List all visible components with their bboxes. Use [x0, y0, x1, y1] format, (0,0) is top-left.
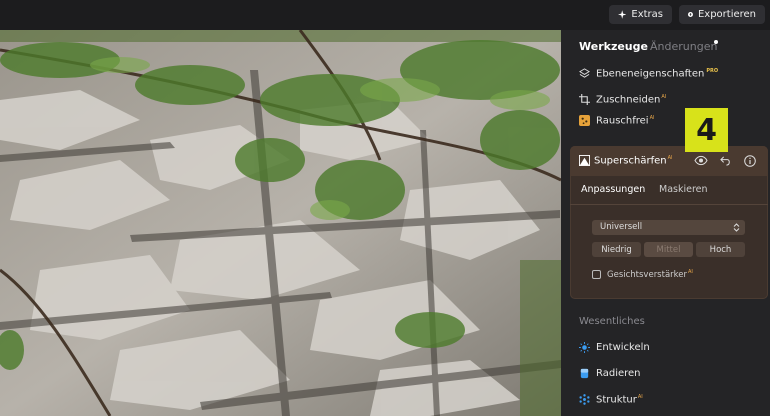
sharpen-icon	[579, 155, 590, 166]
chevron-updown-icon	[733, 223, 740, 232]
face-enhancer-label: Gesichtsverstärker	[607, 269, 687, 280]
card-header[interactable]: SuperschärfenAI	[570, 146, 768, 176]
upload-icon	[688, 12, 693, 17]
section-title-wesentliches: Wesentliches	[579, 316, 645, 327]
tool-struktur[interactable]: StrukturAI	[579, 394, 643, 405]
tab-werkzeuge[interactable]: Werkzeuge	[579, 40, 648, 53]
subtab-anpassungen[interactable]: Anpassungen	[581, 184, 645, 195]
mode-select-value: Universell	[600, 222, 643, 232]
card-title: Superschärfen	[594, 155, 667, 167]
denoise-icon	[579, 115, 590, 127]
face-enhancer-checkbox[interactable]	[592, 270, 601, 279]
card-divider	[570, 204, 768, 205]
ai-badge: AI	[637, 394, 643, 400]
layers-icon	[579, 68, 590, 78]
eraser-icon	[580, 368, 589, 379]
tool-label: Rauschfrei	[596, 115, 649, 127]
tool-label: Ebeneneigenschaften	[596, 68, 705, 80]
mode-select[interactable]: Universell	[592, 220, 745, 235]
level-hoch[interactable]: Hoch	[696, 242, 745, 257]
tool-zuschneiden[interactable]: ZuschneidenAI	[579, 94, 666, 105]
extras-button[interactable]: Extras	[609, 5, 672, 24]
eye-icon[interactable]	[694, 155, 708, 166]
pro-badge: PRO	[706, 68, 719, 74]
sun-icon	[579, 342, 590, 353]
level-mittel[interactable]: Mittel	[644, 242, 693, 257]
ai-badge: AI	[649, 115, 655, 121]
extras-label: Extras	[631, 9, 663, 20]
photo-canvas[interactable]	[0, 30, 561, 416]
changes-dot	[714, 40, 718, 44]
structure-icon	[579, 394, 590, 405]
top-toolbar: Extras Exportieren	[0, 0, 770, 30]
tool-label: Struktur	[596, 394, 637, 406]
tool-label: Entwickeln	[596, 342, 650, 353]
photo-image	[0, 30, 561, 416]
ai-badge: AI	[661, 94, 667, 100]
superschaerfen-card: SuperschärfenAI Anpassungen Maskieren Un…	[570, 146, 768, 299]
tool-ebeneneigenschaften[interactable]: Ebeneneigenschaften PRO	[579, 68, 718, 79]
tool-label: Zuschneiden	[596, 94, 661, 106]
export-label: Exportieren	[697, 9, 756, 20]
subtab-maskieren[interactable]: Maskieren	[659, 184, 708, 195]
tab-aenderungen[interactable]: Änderungen	[650, 40, 717, 53]
tool-rauschfrei[interactable]: RauschfreiAI	[579, 115, 655, 126]
tool-label: Radieren	[596, 368, 641, 379]
crop-icon	[579, 94, 590, 106]
sparkle-icon	[618, 10, 627, 19]
tools-panel: Werkzeuge Änderungen Ebeneneigenschaften…	[561, 30, 770, 416]
info-icon[interactable]	[744, 155, 756, 167]
level-niedrig[interactable]: Niedrig	[592, 242, 641, 257]
ai-badge: AI	[688, 269, 693, 275]
tool-entwickeln[interactable]: Entwickeln	[579, 342, 650, 353]
callout-number-badge: 4	[685, 108, 728, 152]
export-button[interactable]: Exportieren	[679, 5, 765, 24]
ai-badge: AI	[667, 155, 673, 161]
undo-icon[interactable]	[720, 155, 731, 166]
tool-radieren[interactable]: Radieren	[579, 368, 641, 379]
